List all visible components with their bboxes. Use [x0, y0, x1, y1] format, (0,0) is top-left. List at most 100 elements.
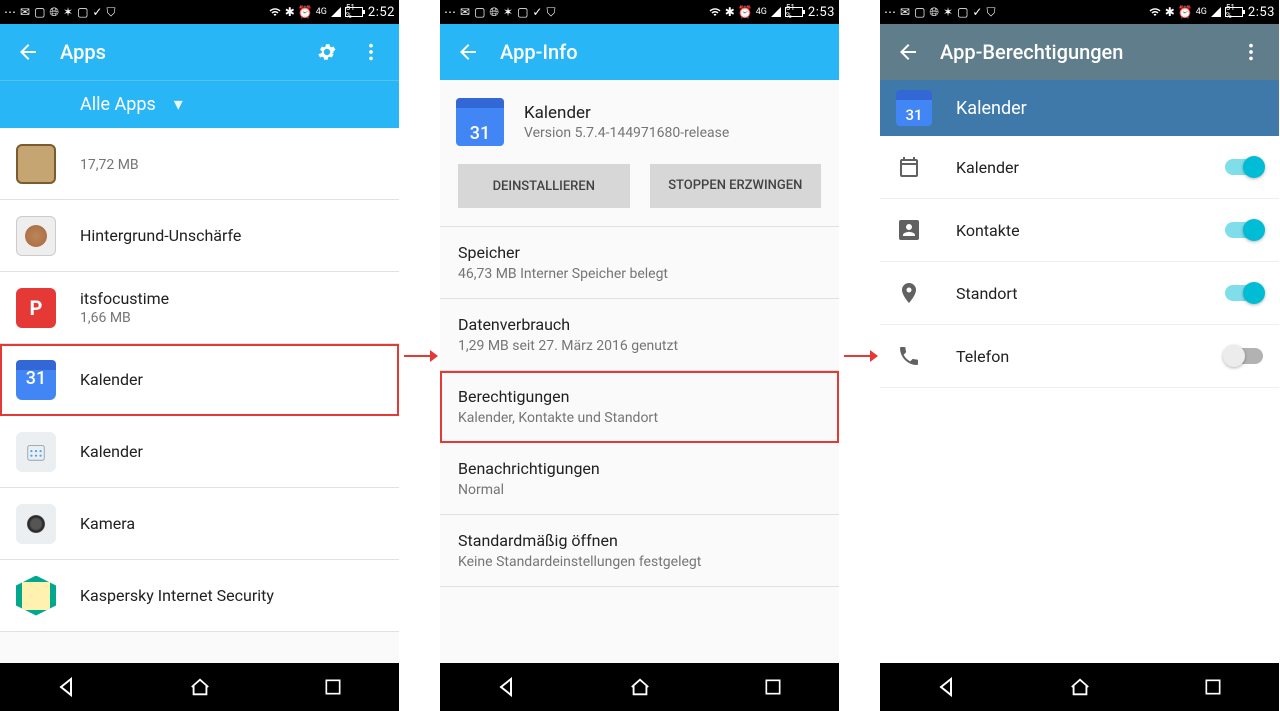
bluetooth-icon: ✱: [1165, 5, 1175, 19]
page-title: App-Berechtigungen: [928, 40, 1231, 64]
signal-icon: [1210, 6, 1222, 18]
permission-row[interactable]: Telefon: [880, 325, 1279, 388]
location-icon: [896, 280, 922, 306]
app-list-item[interactable]: Kamera: [0, 488, 399, 560]
network-icon: 4G: [756, 7, 767, 17]
permission-switch[interactable]: [1225, 348, 1263, 364]
nav-recents-button[interactable]: [303, 663, 363, 711]
nav-home-button[interactable]: [1050, 663, 1110, 711]
app-list-item[interactable]: Kalender: [0, 416, 399, 488]
info-subtitle: Normal: [458, 482, 821, 498]
leaf-icon: ✶: [63, 5, 73, 19]
permission-row[interactable]: Standort: [880, 262, 1279, 325]
network-icon: 4G: [1196, 7, 1207, 17]
app-name-label: Kalender: [80, 442, 143, 461]
home-icon: [189, 676, 211, 698]
image-icon: ▢: [77, 5, 88, 19]
permission-row[interactable]: Kalender: [880, 136, 1279, 199]
page-title: App-Info: [488, 40, 831, 64]
nav-recents-button[interactable]: [1183, 663, 1243, 711]
permission-switch[interactable]: [1225, 285, 1263, 301]
notif-icon: ⋯: [4, 5, 16, 19]
info-subtitle: 1,29 MB seit 27. März 2016 genutzt: [458, 338, 821, 354]
uninstall-button[interactable]: DEINSTALLIEREN: [458, 164, 630, 208]
app-info-item[interactable]: Standardmäßig öffnenKeine Standardeinste…: [440, 515, 839, 587]
signal-icon: [330, 6, 342, 18]
permission-label: Kontakte: [956, 221, 1225, 240]
apps-filter-spinner[interactable]: Alle Apps ▾: [0, 80, 399, 128]
check-icon: ✓: [532, 5, 542, 19]
permission-app-header: 31 Kalender: [880, 80, 1279, 136]
app-name-label: Kamera: [80, 514, 135, 533]
nav-back-button[interactable]: [917, 663, 977, 711]
calendar-app-icon: 31: [456, 98, 504, 146]
contacts-icon: [896, 217, 922, 243]
overflow-button[interactable]: [1231, 32, 1271, 72]
triangle-back-icon: [55, 675, 79, 699]
nav-recents-button[interactable]: [743, 663, 803, 711]
settings-button[interactable]: [307, 32, 347, 72]
alarm-icon: ⏰: [738, 5, 753, 19]
cal-icon: 31: [16, 360, 56, 400]
info-title: Datenverbrauch: [458, 315, 821, 334]
generic-icon: [16, 144, 56, 184]
permission-switch[interactable]: [1225, 159, 1263, 175]
image-icon: ▢: [957, 5, 968, 19]
battery-icon: 51 %: [1225, 7, 1243, 17]
flow-arrow-1: [399, 0, 440, 711]
more-vert-icon: [360, 41, 382, 63]
app-list-item[interactable]: Pitsfocustime1,66 MB: [0, 272, 399, 344]
nav-back-button[interactable]: [37, 663, 97, 711]
kasp-icon: [16, 576, 56, 616]
action-bar: App-Berechtigungen: [880, 24, 1279, 80]
nav-home-button[interactable]: [610, 663, 670, 711]
phone-icon: [896, 343, 922, 369]
image-icon: ▢: [914, 5, 925, 19]
permission-row[interactable]: Kontakte: [880, 199, 1279, 262]
nav-home-button[interactable]: [170, 663, 230, 711]
check-icon: ✓: [92, 5, 102, 19]
calendar-icon: [896, 154, 922, 180]
permission-label: Telefon: [956, 347, 1225, 366]
info-subtitle: Keine Standardeinstellungen festgelegt: [458, 554, 821, 570]
action-bar: Apps: [0, 24, 399, 80]
check-icon: ✓: [972, 5, 982, 19]
app-info-item[interactable]: Speicher46,73 MB Interner Speicher beleg…: [440, 227, 839, 299]
alarm-icon: ⏰: [1178, 5, 1193, 19]
apps-list[interactable]: 17,72 MBHintergrund-UnschärfePitsfocusti…: [0, 128, 399, 663]
back-button[interactable]: [8, 32, 48, 72]
app-list-item[interactable]: 17,72 MB: [0, 128, 399, 200]
globe-icon: 🌐︎: [49, 5, 59, 20]
app-list-item[interactable]: Kaspersky Internet Security: [0, 560, 399, 632]
wifi-icon: [268, 6, 282, 18]
nav-back-button[interactable]: [477, 663, 537, 711]
back-button[interactable]: [448, 32, 488, 72]
app-info-item[interactable]: BenachrichtigungenNormal: [440, 443, 839, 515]
app-list-item[interactable]: Hintergrund-Unschärfe: [0, 200, 399, 272]
image-icon: ▢: [474, 5, 485, 19]
wifi-icon: [708, 6, 722, 18]
flow-arrow-2: [839, 0, 880, 711]
notif-icon: ⋯: [884, 5, 896, 19]
spinner-label: Alle Apps: [80, 94, 156, 115]
screen-apps: ⋯ ✉ ▢ 🌐︎ ✶ ▢ ✓ ⛉ ✱ ⏰ 4G 51 % 2:52 Apps: [0, 0, 399, 711]
overflow-button[interactable]: [351, 32, 391, 72]
square-recents-icon: [323, 677, 343, 697]
screen-app-permissions: ⋯ ✉ ▢ 🌐︎ ✶ ▢ ✓ ⛉ ✱ ⏰ 4G 51 % 2:53 App-Be…: [880, 0, 1279, 711]
back-button[interactable]: [888, 32, 928, 72]
permissions-list: Kalender Kontakte Standort Telefon: [880, 136, 1279, 663]
app-info-item[interactable]: Datenverbrauch 1,29 MB seit 27. März 2016…: [440, 299, 839, 371]
status-bar: ⋯ ✉ ▢ 🌐︎ ✶ ▢ ✓ ⛉ ✱ ⏰ 4G 51 % 2:52: [0, 0, 399, 24]
app-list-item[interactable]: 31Kalender: [0, 344, 399, 416]
info-title: Speicher: [458, 243, 821, 262]
info-subtitle: Kalender, Kontakte und Standort: [458, 410, 821, 426]
alarm-icon: ⏰: [298, 5, 313, 19]
app-info-content: 31 Kalender Version 5.7.4-144971680-rele…: [440, 80, 839, 663]
cam-icon: [16, 504, 56, 544]
force-stop-button[interactable]: STOPPEN ERZWINGEN: [650, 164, 822, 208]
system-nav-bar: [440, 663, 839, 711]
screen-app-info: ⋯ ✉ ▢ 🌐︎ ✶ ▢ ✓ ⛉ ✱ ⏰ 4G 51 % 2:53 App-In…: [440, 0, 839, 711]
gear-icon: [316, 41, 338, 63]
permission-switch[interactable]: [1225, 222, 1263, 238]
app-info-item[interactable]: BerechtigungenKalender, Kontakte und Sta…: [440, 371, 839, 443]
